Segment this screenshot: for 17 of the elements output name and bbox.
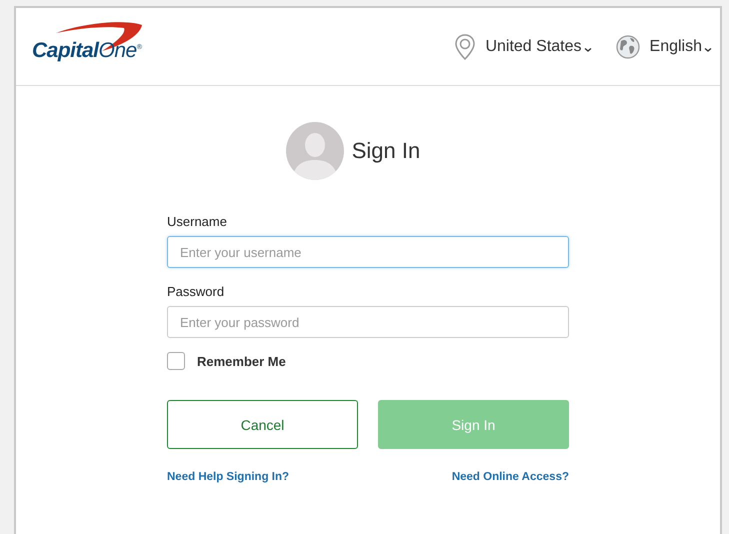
- cancel-button[interactable]: Cancel: [167, 400, 358, 449]
- help-link[interactable]: Need Online Access?: [452, 471, 569, 483]
- input-field[interactable]: Enter your password: [167, 306, 569, 338]
- country-dropdown[interactable]: United States: [485, 38, 592, 56]
- location-pin-icon: [455, 34, 476, 60]
- globe-icon: [616, 34, 640, 58]
- input-field[interactable]: Enter your username: [167, 236, 569, 268]
- help-link[interactable]: Need Help Signing In?: [167, 471, 290, 483]
- checkbox[interactable]: [167, 352, 185, 370]
- language-dropdown[interactable]: English: [650, 38, 712, 56]
- caret-icon: [704, 46, 712, 52]
- page-title: Sign In: [352, 138, 420, 164]
- field-label: Username: [167, 214, 228, 229]
- caret-icon: [584, 46, 592, 52]
- checkbox-label: Remember Me: [197, 354, 286, 368]
- logo[interactable]: CapitalOne$^{®}$: [32, 38, 142, 62]
- field-label: Password: [167, 284, 226, 299]
